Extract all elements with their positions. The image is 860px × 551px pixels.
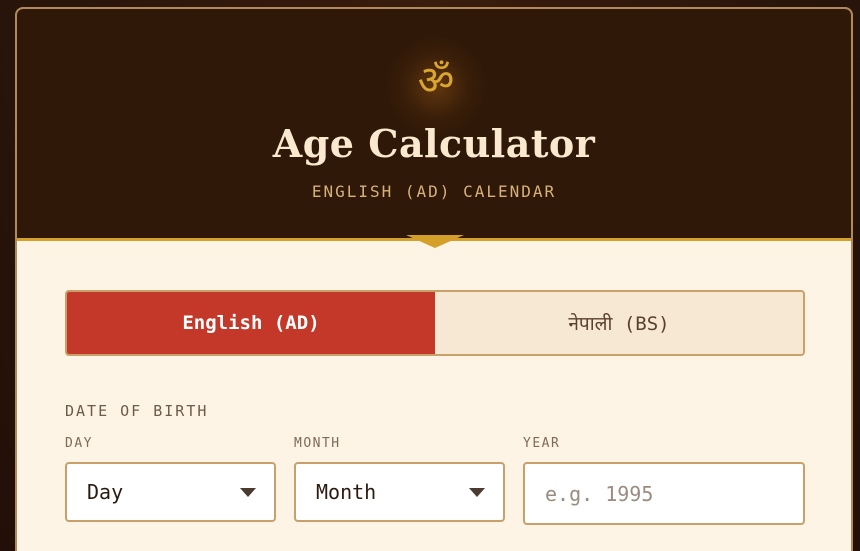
tab-english-ad[interactable]: English (AD) — [67, 292, 435, 354]
calendar-toggle: English (AD) नेपाली (BS) — [65, 290, 805, 356]
day-label: DAY — [65, 436, 93, 451]
month-select[interactable]: Month — [294, 462, 505, 522]
day-select[interactable]: Day — [65, 462, 276, 522]
month-select-value: Month — [316, 480, 377, 504]
om-icon: ॐ — [417, 58, 455, 104]
page-title: Age Calculator — [272, 121, 596, 166]
header-notch — [406, 235, 464, 248]
age-calculator-card: ॐ Age Calculator ENGLISH (AD) CALENDAR E… — [15, 7, 853, 551]
day-select-value: Day — [87, 480, 124, 504]
page-subtitle: ENGLISH (AD) CALENDAR — [311, 182, 557, 201]
year-label: YEAR — [523, 436, 561, 451]
card-header: ॐ Age Calculator ENGLISH (AD) CALENDAR — [17, 9, 851, 241]
chevron-down-icon — [240, 488, 256, 497]
year-input[interactable] — [523, 462, 805, 525]
date-of-birth-label: DATE OF BIRTH — [65, 402, 209, 420]
tab-nepali-bs[interactable]: नेपाली (BS) — [435, 292, 803, 354]
month-label: MONTH — [294, 436, 341, 451]
chevron-down-icon — [469, 488, 485, 497]
